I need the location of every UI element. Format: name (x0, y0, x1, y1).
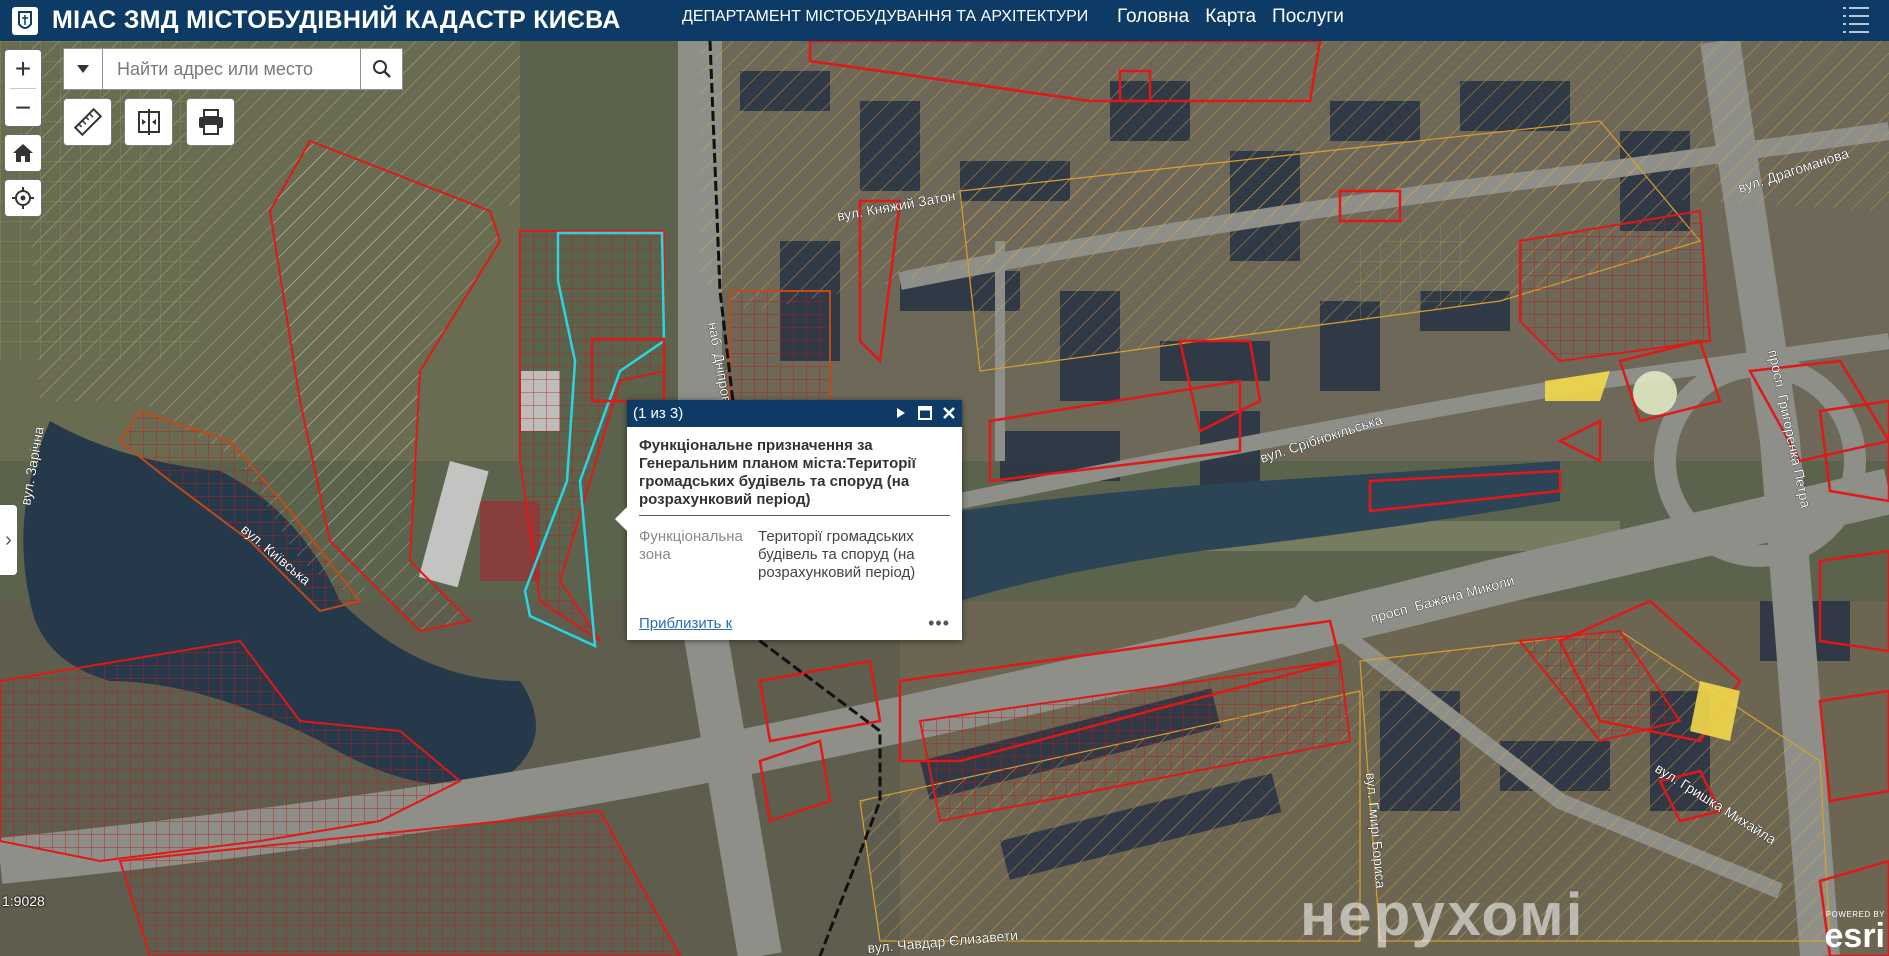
chevron-down-icon (77, 65, 89, 73)
feature-popup: (1 из 3) Функціональне призначення за Ге… (615, 400, 962, 640)
popup-title: Функціональне призначення за Генеральним… (639, 437, 950, 516)
popup-field-label: Функціональна зона (639, 528, 743, 563)
popup-feature-count: (1 из 3) (633, 405, 684, 422)
zoom-control: + − (4, 49, 42, 127)
popup-header: (1 из 3) (627, 400, 962, 427)
watermark: нерухомі (1300, 881, 1585, 948)
app-header: МІАС ЗМД МІСТОБУДІВНИЙ КАДАСТР КИЄВА ДЕП… (0, 0, 1889, 41)
popup-close-button[interactable] (940, 404, 958, 422)
department-name: ДЕПАРТАМЕНТ МІСТОБУДУВАННЯ ТА АРХІТЕКТУР… (682, 8, 1089, 25)
locate-icon (12, 187, 34, 209)
nav-map[interactable]: Карта (1205, 6, 1256, 28)
home-button[interactable] (4, 134, 42, 172)
search-input[interactable] (103, 48, 361, 90)
panel-toggle[interactable]: › (0, 505, 17, 575)
main-nav: Головна Карта Послуги (1117, 6, 1344, 28)
measure-icon (73, 107, 102, 137)
print-icon (198, 109, 223, 135)
kyiv-logo[interactable] (12, 6, 38, 35)
popup-field-value: Території громадських будівель та споруд… (758, 528, 916, 581)
play-next-icon (897, 408, 905, 418)
zoom-in-button[interactable]: + (5, 50, 41, 88)
popup-field-row: Функціональна зона Території громадських… (639, 528, 950, 582)
measure-button[interactable] (63, 98, 112, 146)
search-button[interactable] (361, 48, 403, 90)
search-source-dropdown[interactable] (63, 48, 103, 90)
maximize-icon (918, 406, 932, 420)
zoom-out-button[interactable]: − (5, 89, 41, 127)
search-widget (63, 48, 403, 90)
swipe-icon (137, 109, 160, 135)
esri-logo: esri (1824, 917, 1886, 955)
esri-attribution: POWERED BY esri (1825, 910, 1886, 953)
locate-button[interactable] (4, 179, 42, 217)
home-icon (13, 144, 33, 162)
popup-footer: Приблизить к ••• (639, 613, 950, 634)
app-title: МІАС ЗМД МІСТОБУДІВНИЙ КАДАСТР КИЄВА (52, 6, 621, 34)
popup-body: Функціональне призначення за Генеральним… (627, 427, 962, 582)
nav-home[interactable]: Головна (1117, 6, 1189, 28)
popup-maximize-button[interactable] (916, 404, 934, 422)
popup-zoom-to-link[interactable]: Приблизить к (639, 615, 732, 632)
chevron-right-icon: › (5, 528, 12, 551)
search-icon (372, 60, 391, 78)
nav-services[interactable]: Послуги (1272, 6, 1344, 28)
scale-label: 1:9028 (2, 893, 45, 909)
print-button[interactable] (186, 98, 235, 146)
popup-next-button[interactable] (892, 404, 910, 422)
popup-more-icon[interactable]: ••• (928, 613, 950, 634)
swipe-button[interactable] (124, 98, 173, 146)
layer-list-icon[interactable] (1839, 2, 1873, 36)
close-icon (943, 407, 955, 419)
